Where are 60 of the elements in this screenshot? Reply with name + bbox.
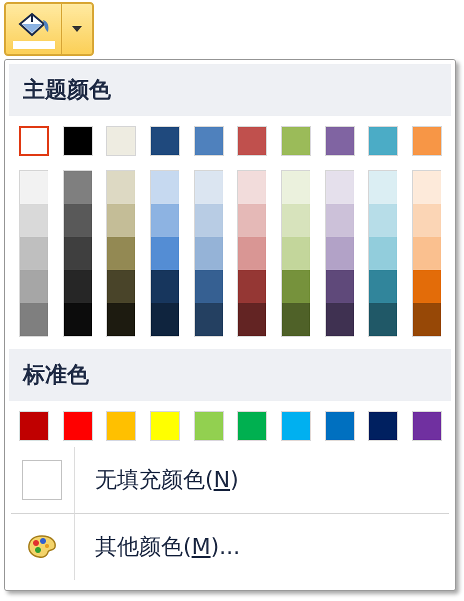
color-bar xyxy=(12,40,54,48)
shade-swatch[interactable] xyxy=(326,237,354,270)
shade-swatch[interactable] xyxy=(150,303,179,336)
section-header: 标准色 xyxy=(9,349,451,401)
shade-swatch[interactable] xyxy=(20,204,48,237)
shade-swatch[interactable] xyxy=(150,270,179,303)
shade-swatch[interactable] xyxy=(64,303,92,336)
shade-swatch[interactable] xyxy=(238,270,266,303)
shade-swatch[interactable] xyxy=(326,270,354,303)
menu-item-label: 其他颜色(M)... xyxy=(95,534,240,562)
shade-swatch[interactable] xyxy=(107,237,136,270)
shade-swatch[interactable] xyxy=(20,171,48,204)
menu-item-label: 无填充颜色(N) xyxy=(95,466,239,494)
shade-swatch[interactable] xyxy=(282,270,310,303)
shade-swatch[interactable] xyxy=(412,204,441,237)
shade-swatch[interactable] xyxy=(150,237,179,270)
shade-swatch[interactable] xyxy=(369,237,398,270)
shade-swatch[interactable] xyxy=(282,303,310,336)
shade-swatch[interactable] xyxy=(107,204,136,237)
fill-color-split-button[interactable] xyxy=(4,2,94,56)
color-swatch[interactable] xyxy=(19,126,49,156)
shade-swatch[interactable] xyxy=(194,171,223,204)
shade-swatch[interactable] xyxy=(194,270,223,303)
shade-swatch[interactable] xyxy=(107,171,136,204)
palette-icon xyxy=(26,534,56,560)
shade-swatch[interactable] xyxy=(150,171,179,204)
shade-swatch[interactable] xyxy=(326,171,354,204)
shade-swatch[interactable] xyxy=(238,171,266,204)
shade-swatch[interactable] xyxy=(369,303,398,336)
shade-swatch[interactable] xyxy=(64,204,92,237)
shade-swatch[interactable] xyxy=(194,303,223,336)
shade-swatch[interactable] xyxy=(369,204,398,237)
shade-swatch[interactable] xyxy=(194,204,223,237)
shade-swatch[interactable] xyxy=(412,171,441,204)
shade-swatch[interactable] xyxy=(282,237,310,270)
shade-swatch[interactable] xyxy=(238,237,266,270)
shade-swatch[interactable] xyxy=(238,204,266,237)
shade-swatch[interactable] xyxy=(369,171,398,204)
shade-swatch[interactable] xyxy=(412,270,441,303)
section-header: 主题颜色 xyxy=(9,64,451,116)
shade-swatch[interactable] xyxy=(326,204,354,237)
caret-icon xyxy=(72,26,82,32)
shade-swatch[interactable] xyxy=(282,204,310,237)
shade-swatch[interactable] xyxy=(20,270,48,303)
shade-swatch[interactable] xyxy=(238,303,266,336)
shade-swatch[interactable] xyxy=(107,303,136,336)
shade-swatch[interactable] xyxy=(412,237,441,270)
shade-swatch[interactable] xyxy=(64,171,92,204)
shade-swatch[interactable] xyxy=(64,270,92,303)
empty-swatch-icon xyxy=(22,460,62,500)
shade-swatch[interactable] xyxy=(412,303,441,336)
shade-swatch[interactable] xyxy=(326,303,354,336)
shade-swatch[interactable] xyxy=(20,237,48,270)
shade-swatch[interactable] xyxy=(107,270,136,303)
shade-swatch[interactable] xyxy=(369,270,398,303)
shade-swatch[interactable] xyxy=(20,303,48,336)
shade-swatch[interactable] xyxy=(64,237,92,270)
shade-swatch[interactable] xyxy=(150,204,179,237)
shade-swatch[interactable] xyxy=(282,171,310,204)
shade-swatch[interactable] xyxy=(194,237,223,270)
